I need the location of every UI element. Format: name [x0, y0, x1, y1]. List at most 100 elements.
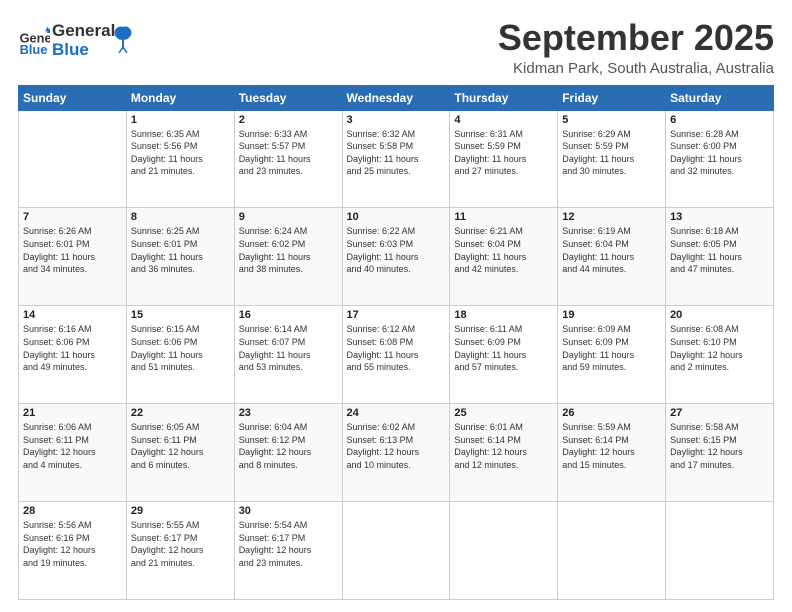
day-number: 3	[347, 114, 446, 126]
table-row: 24 Sunrise: 6:02 AM Sunset: 6:13 PM Dayli…	[342, 404, 450, 502]
col-wednesday: Wednesday	[342, 85, 450, 110]
table-row	[558, 502, 666, 600]
col-monday: Monday	[126, 85, 234, 110]
day-number: 15	[131, 309, 230, 321]
month-title: September 2025	[498, 18, 774, 58]
day-number: 16	[239, 309, 338, 321]
col-tuesday: Tuesday	[234, 85, 342, 110]
table-row: 9 Sunrise: 6:24 AM Sunset: 6:02 PM Daylig…	[234, 208, 342, 306]
day-info: Sunrise: 6:24 AM Sunset: 6:02 PM Dayligh…	[239, 225, 338, 275]
day-info: Sunrise: 6:19 AM Sunset: 6:04 PM Dayligh…	[562, 225, 661, 275]
table-row: 23 Sunrise: 6:04 AM Sunset: 6:12 PM Dayli…	[234, 404, 342, 502]
day-info: Sunrise: 6:32 AM Sunset: 5:58 PM Dayligh…	[347, 128, 446, 178]
table-row: 10Sunrise: 6:22 AM Sunset: 6:03 PM Dayli…	[342, 208, 450, 306]
table-row: 29Sunrise: 5:55 AM Sunset: 6:17 PM Dayli…	[126, 502, 234, 600]
day-info: Sunrise: 6:09 AM Sunset: 6:09 PM Dayligh…	[562, 323, 661, 373]
day-number: 12	[562, 211, 661, 223]
table-row: 5 Sunrise: 6:29 AM Sunset: 5:59 PM Daylig…	[558, 110, 666, 208]
day-number: 30	[239, 505, 338, 517]
day-number: 26	[562, 407, 661, 419]
col-sunday: Sunday	[19, 85, 127, 110]
table-row: 3 Sunrise: 6:32 AM Sunset: 5:58 PM Daylig…	[342, 110, 450, 208]
day-number: 20	[670, 309, 769, 321]
table-row	[342, 502, 450, 600]
header: General Blue General Blue September 2025…	[18, 18, 774, 77]
day-number: 21	[23, 407, 122, 419]
day-number: 5	[562, 114, 661, 126]
table-row: 28 Sunrise: 5:56 AM Sunset: 6:16 PM Dayli…	[19, 502, 127, 600]
table-row: 30 Sunrise: 5:54 AM Sunset: 6:17 PM Dayli…	[234, 502, 342, 600]
table-row	[666, 502, 774, 600]
day-info: Sunrise: 6:05 AM Sunset: 6:11 PM Dayligh…	[131, 421, 230, 471]
logo-line1: General	[52, 22, 115, 41]
day-number: 19	[562, 309, 661, 321]
day-number: 8	[131, 211, 230, 223]
table-row: 27 Sunrise: 5:58 AM Sunset: 6:15 PM Dayli…	[666, 404, 774, 502]
day-number: 22	[131, 407, 230, 419]
title-block: September 2025 Kidman Park, South Austra…	[498, 18, 774, 77]
day-number: 27	[670, 407, 769, 419]
table-row: 2 Sunrise: 6:33 AM Sunset: 5:57 PM Daylig…	[234, 110, 342, 208]
day-info: Sunrise: 6:04 AM Sunset: 6:12 PM Dayligh…	[239, 421, 338, 471]
day-number: 28	[23, 505, 122, 517]
day-number: 4	[454, 114, 553, 126]
calendar-header-row: Sunday Monday Tuesday Wednesday Thursday…	[19, 85, 774, 110]
day-number: 2	[239, 114, 338, 126]
day-number: 6	[670, 114, 769, 126]
day-number: 9	[239, 211, 338, 223]
page: General Blue General Blue September 2025…	[0, 0, 792, 612]
day-info: Sunrise: 5:58 AM Sunset: 6:15 PM Dayligh…	[670, 421, 769, 471]
table-row: 8 Sunrise: 6:25 AM Sunset: 6:01 PM Daylig…	[126, 208, 234, 306]
day-number: 17	[347, 309, 446, 321]
day-number: 11	[454, 211, 553, 223]
table-row: 7Sunrise: 6:26 AM Sunset: 6:01 PM Daylig…	[19, 208, 127, 306]
table-row: 20 Sunrise: 6:08 AM Sunset: 6:10 PM Dayli…	[666, 306, 774, 404]
day-info: Sunrise: 6:29 AM Sunset: 5:59 PM Dayligh…	[562, 128, 661, 178]
day-info: Sunrise: 6:33 AM Sunset: 5:57 PM Dayligh…	[239, 128, 338, 178]
day-info: Sunrise: 6:26 AM Sunset: 6:01 PM Dayligh…	[23, 225, 122, 275]
day-number: 1	[131, 114, 230, 126]
day-number: 23	[239, 407, 338, 419]
day-info: Sunrise: 5:54 AM Sunset: 6:17 PM Dayligh…	[239, 519, 338, 569]
day-number: 24	[347, 407, 446, 419]
table-row: 26 Sunrise: 5:59 AM Sunset: 6:14 PM Dayli…	[558, 404, 666, 502]
table-row: 13 Sunrise: 6:18 AM Sunset: 6:05 PM Dayli…	[666, 208, 774, 306]
logo: General Blue General Blue	[18, 22, 133, 59]
table-row: 11 Sunrise: 6:21 AM Sunset: 6:04 PM Dayli…	[450, 208, 558, 306]
table-row: 18 Sunrise: 6:11 AM Sunset: 6:09 PM Dayli…	[450, 306, 558, 404]
calendar-table: Sunday Monday Tuesday Wednesday Thursday…	[18, 85, 774, 600]
day-info: Sunrise: 5:59 AM Sunset: 6:14 PM Dayligh…	[562, 421, 661, 471]
day-info: Sunrise: 6:31 AM Sunset: 5:59 PM Dayligh…	[454, 128, 553, 178]
day-number: 25	[454, 407, 553, 419]
table-row: 25Sunrise: 6:01 AM Sunset: 6:14 PM Dayli…	[450, 404, 558, 502]
day-number: 13	[670, 211, 769, 223]
table-row: 22 Sunrise: 6:05 AM Sunset: 6:11 PM Dayli…	[126, 404, 234, 502]
day-info: Sunrise: 6:18 AM Sunset: 6:05 PM Dayligh…	[670, 225, 769, 275]
logo-bird-icon	[113, 25, 133, 53]
day-number: 14	[23, 309, 122, 321]
table-row	[19, 110, 127, 208]
day-info: Sunrise: 6:25 AM Sunset: 6:01 PM Dayligh…	[131, 225, 230, 275]
day-info: Sunrise: 6:21 AM Sunset: 6:04 PM Dayligh…	[454, 225, 553, 275]
table-row: 21Sunrise: 6:06 AM Sunset: 6:11 PM Dayli…	[19, 404, 127, 502]
day-info: Sunrise: 6:11 AM Sunset: 6:09 PM Dayligh…	[454, 323, 553, 373]
day-info: Sunrise: 5:56 AM Sunset: 6:16 PM Dayligh…	[23, 519, 122, 569]
col-friday: Friday	[558, 85, 666, 110]
table-row: 12 Sunrise: 6:19 AM Sunset: 6:04 PM Dayli…	[558, 208, 666, 306]
table-row: 19 Sunrise: 6:09 AM Sunset: 6:09 PM Dayli…	[558, 306, 666, 404]
table-row: 14 Sunrise: 6:16 AM Sunset: 6:06 PM Dayli…	[19, 306, 127, 404]
day-number: 18	[454, 309, 553, 321]
table-row: 15 Sunrise: 6:15 AM Sunset: 6:06 PM Dayli…	[126, 306, 234, 404]
day-info: Sunrise: 6:02 AM Sunset: 6:13 PM Dayligh…	[347, 421, 446, 471]
table-row: 6 Sunrise: 6:28 AM Sunset: 6:00 PM Daylig…	[666, 110, 774, 208]
day-info: Sunrise: 6:12 AM Sunset: 6:08 PM Dayligh…	[347, 323, 446, 373]
day-info: Sunrise: 6:28 AM Sunset: 6:00 PM Dayligh…	[670, 128, 769, 178]
day-number: 29	[131, 505, 230, 517]
day-info: Sunrise: 6:15 AM Sunset: 6:06 PM Dayligh…	[131, 323, 230, 373]
day-info: Sunrise: 6:16 AM Sunset: 6:06 PM Dayligh…	[23, 323, 122, 373]
day-info: Sunrise: 6:35 AM Sunset: 5:56 PM Dayligh…	[131, 128, 230, 178]
day-info: Sunrise: 6:08 AM Sunset: 6:10 PM Dayligh…	[670, 323, 769, 373]
logo-line2: Blue	[52, 41, 115, 60]
table-row	[450, 502, 558, 600]
day-number: 10	[347, 211, 446, 223]
